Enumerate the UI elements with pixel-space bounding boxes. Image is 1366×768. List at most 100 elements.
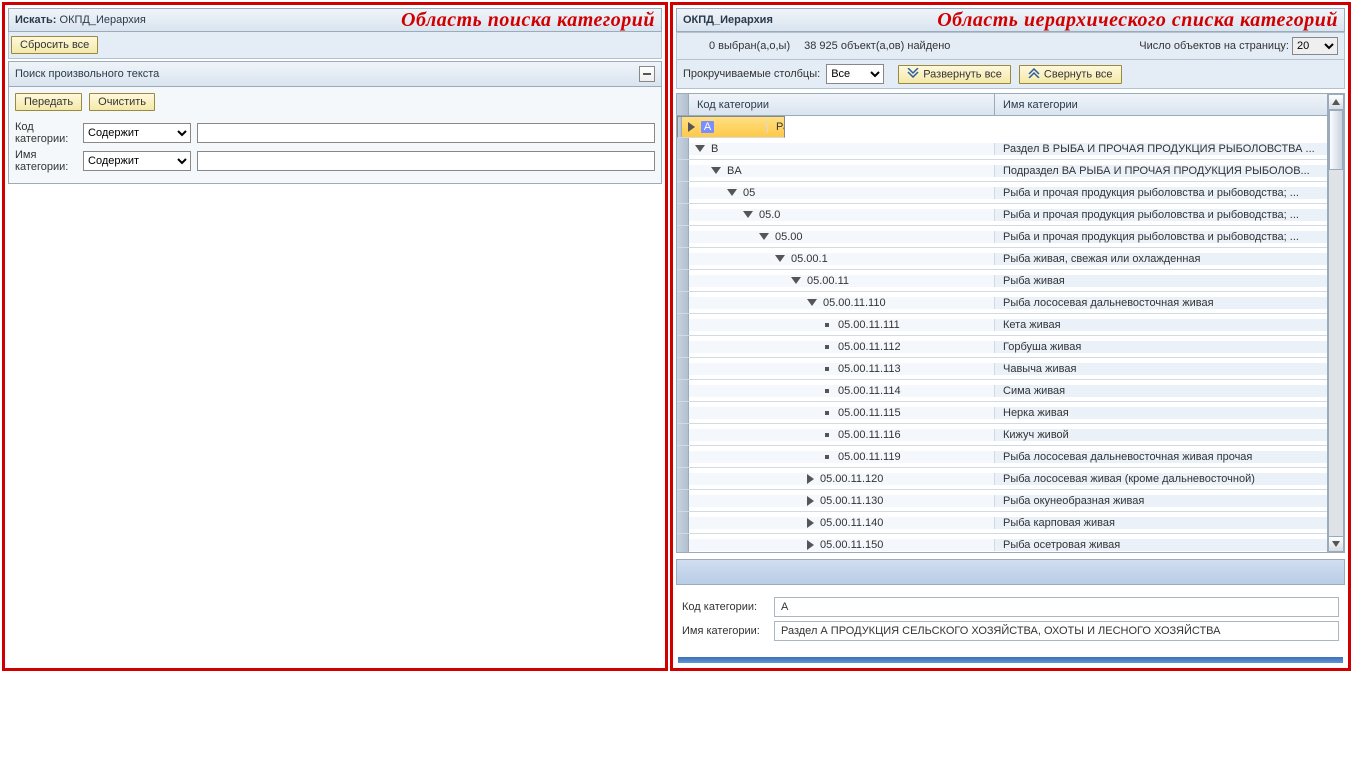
row-gutter[interactable]: [677, 402, 689, 423]
vertical-scrollbar[interactable]: [1328, 94, 1344, 552]
expand-down-icon[interactable]: [791, 277, 801, 284]
row-gutter[interactable]: [677, 314, 689, 335]
tree-row[interactable]: BAПодраздел ВА РЫБА И ПРОЧАЯ ПРОДУКЦИЯ Р…: [677, 160, 1327, 182]
tree-row[interactable]: 05.00.11.120Рыба лососевая живая (кроме …: [677, 468, 1327, 490]
cell-code: 05.00.11.115: [689, 407, 995, 419]
cell-code: 05.00.11.140: [689, 517, 995, 529]
code-operator-select[interactable]: Содержит: [83, 123, 191, 143]
row-gutter[interactable]: [677, 424, 689, 445]
name-input[interactable]: [197, 151, 655, 171]
search-area-caption: Область поиска категорий: [146, 9, 655, 32]
tree-row-code: 05.00.11.113: [838, 363, 901, 375]
column-name-header[interactable]: Имя категории: [995, 94, 1327, 115]
cell-name: Рыба окунеобразная живая: [995, 495, 1327, 507]
per-page-select[interactable]: 20: [1292, 37, 1338, 55]
cell-code: 05.0: [689, 209, 995, 221]
expand-right-icon[interactable]: [807, 474, 814, 484]
tree-row[interactable]: BРаздел В РЫБА И ПРОЧАЯ ПРОДУКЦИЯ РЫБОЛО…: [677, 138, 1327, 160]
tree-row[interactable]: 05.00.1Рыба живая, свежая или охлажденна…: [677, 248, 1327, 270]
code-input[interactable]: [197, 123, 655, 143]
row-gutter[interactable]: [677, 446, 689, 467]
collapse-icon[interactable]: [639, 66, 655, 82]
row-gutter[interactable]: [677, 226, 689, 247]
row-gutter[interactable]: [677, 336, 689, 357]
cell-name: Рыба и прочая продукция рыболовства и ры…: [995, 187, 1327, 199]
cell-code: 05.00.11.120: [689, 473, 995, 485]
freetext-search-panel: Поиск произвольного текста Передать Очис…: [8, 61, 662, 184]
tree-row[interactable]: 05.00.11.115Нерка живая: [677, 402, 1327, 424]
cell-name: Нерка живая: [995, 407, 1327, 419]
expand-down-icon[interactable]: [711, 167, 721, 174]
tree-row[interactable]: 05.00.11.119Рыба лососевая дальневосточн…: [677, 446, 1327, 468]
tree-row[interactable]: 05.00Рыба и прочая продукция рыболовства…: [677, 226, 1327, 248]
expand-right-icon[interactable]: [807, 496, 814, 506]
row-gutter[interactable]: [677, 138, 689, 159]
found-count: 38 925 объект(а,ов) найдено: [804, 40, 950, 52]
freetext-search-title: Поиск произвольного текста: [15, 68, 159, 80]
tree-row[interactable]: 05.00.11.114Сима живая: [677, 380, 1327, 402]
tree-row[interactable]: 05.00.11.112 Горбуша живая: [677, 336, 1327, 358]
cell-name: Сима живая: [995, 385, 1327, 397]
scroll-thumb[interactable]: [1329, 110, 1343, 170]
scroll-track[interactable]: [1328, 110, 1344, 536]
scroll-down-icon[interactable]: [1328, 536, 1344, 552]
row-gutter[interactable]: [677, 248, 689, 269]
detail-code-value[interactable]: A: [774, 597, 1339, 617]
expand-all-button[interactable]: Развернуть все: [898, 65, 1011, 84]
tree-row[interactable]: 05.00.11.111Кета живая: [677, 314, 1327, 336]
cell-name: Чавыча живая: [995, 363, 1327, 375]
row-gutter[interactable]: [677, 204, 689, 225]
cell-code: 05.00.1: [689, 253, 995, 265]
detail-header-bar: [676, 559, 1345, 585]
scroll-up-icon[interactable]: [1328, 94, 1344, 110]
row-gutter[interactable]: [677, 490, 689, 511]
detail-name-value[interactable]: Раздел А ПРОДУКЦИЯ СЕЛЬСКОГО ХОЗЯЙСТВА, …: [774, 621, 1339, 641]
tree-row[interactable]: 05.00.11.140Рыба карповая живая: [677, 512, 1327, 534]
search-titlebar: Искать: ОКПД_Иерархия Область поиска кат…: [8, 8, 662, 32]
tree-row[interactable]: 05.00.11.113 Чавыча живая: [677, 358, 1327, 380]
tree-row[interactable]: 05.00.11.110Рыба лососевая дальневосточн…: [677, 292, 1327, 314]
tree-row[interactable]: 05.00.11.116Кижуч живой: [677, 424, 1327, 446]
hierarchy-name: ОКПД_Иерархия: [683, 14, 773, 26]
row-gutter[interactable]: [677, 380, 689, 401]
expand-down-icon[interactable]: [727, 189, 737, 196]
row-gutter[interactable]: [677, 534, 689, 552]
expand-down-icon[interactable]: [695, 145, 705, 152]
tree-header: Код категории Имя категории: [677, 94, 1327, 116]
search-label: Искать: ОКПД_Иерархия: [15, 14, 146, 26]
tree-toolbar: Прокручиваемые столбцы: Все Развернуть в…: [676, 60, 1345, 89]
expand-right-icon[interactable]: [807, 540, 814, 550]
tree-row[interactable]: 05.0Рыба и прочая продукция рыболовства …: [677, 204, 1327, 226]
column-code-header[interactable]: Код категории: [689, 94, 995, 115]
row-gutter[interactable]: [677, 160, 689, 181]
row-gutter[interactable]: [677, 292, 689, 313]
expand-right-icon[interactable]: [688, 122, 695, 132]
name-operator-select[interactable]: Содержит: [83, 151, 191, 171]
row-gutter[interactable]: [677, 512, 689, 533]
tree-row[interactable]: 05.00.11.130Рыба окунеобразная живая: [677, 490, 1327, 512]
submit-button[interactable]: Передать: [15, 93, 82, 111]
cell-code: 05.00.11.116: [689, 429, 995, 441]
row-gutter[interactable]: [677, 182, 689, 203]
tree-row[interactable]: AРаздел А ПРОДУКЦИЯ СЕЛЬСКОГО ХОЗЯЙСТВА,…: [677, 116, 785, 138]
expand-down-icon[interactable]: [759, 233, 769, 240]
expand-down-icon[interactable]: [743, 211, 753, 218]
scroll-cols-select[interactable]: Все: [826, 64, 884, 84]
row-gutter[interactable]: [677, 358, 689, 379]
tree-row[interactable]: 05.00.11Рыба живая: [677, 270, 1327, 292]
expand-right-icon[interactable]: [807, 518, 814, 528]
cell-name: Горбуша живая: [995, 341, 1327, 353]
tree-row[interactable]: 05Рыба и прочая продукция рыболовства и …: [677, 182, 1327, 204]
name-label: Имя категории:: [15, 149, 83, 173]
expand-down-icon[interactable]: [807, 299, 817, 306]
row-gutter[interactable]: [677, 270, 689, 291]
tree-row[interactable]: 05.00.11.150Рыба осетровая живая: [677, 534, 1327, 552]
clear-button[interactable]: Очистить: [89, 93, 155, 111]
row-gutter[interactable]: [677, 468, 689, 489]
collapse-all-button[interactable]: Свернуть все: [1019, 65, 1122, 84]
tree-row-code: 05.00.11.112: [838, 341, 901, 353]
reset-all-button[interactable]: Сбросить все: [11, 36, 98, 54]
cell-code: A: [682, 121, 768, 133]
expand-down-icon[interactable]: [775, 255, 785, 262]
cell-code: 05.00.11.119: [689, 451, 995, 463]
